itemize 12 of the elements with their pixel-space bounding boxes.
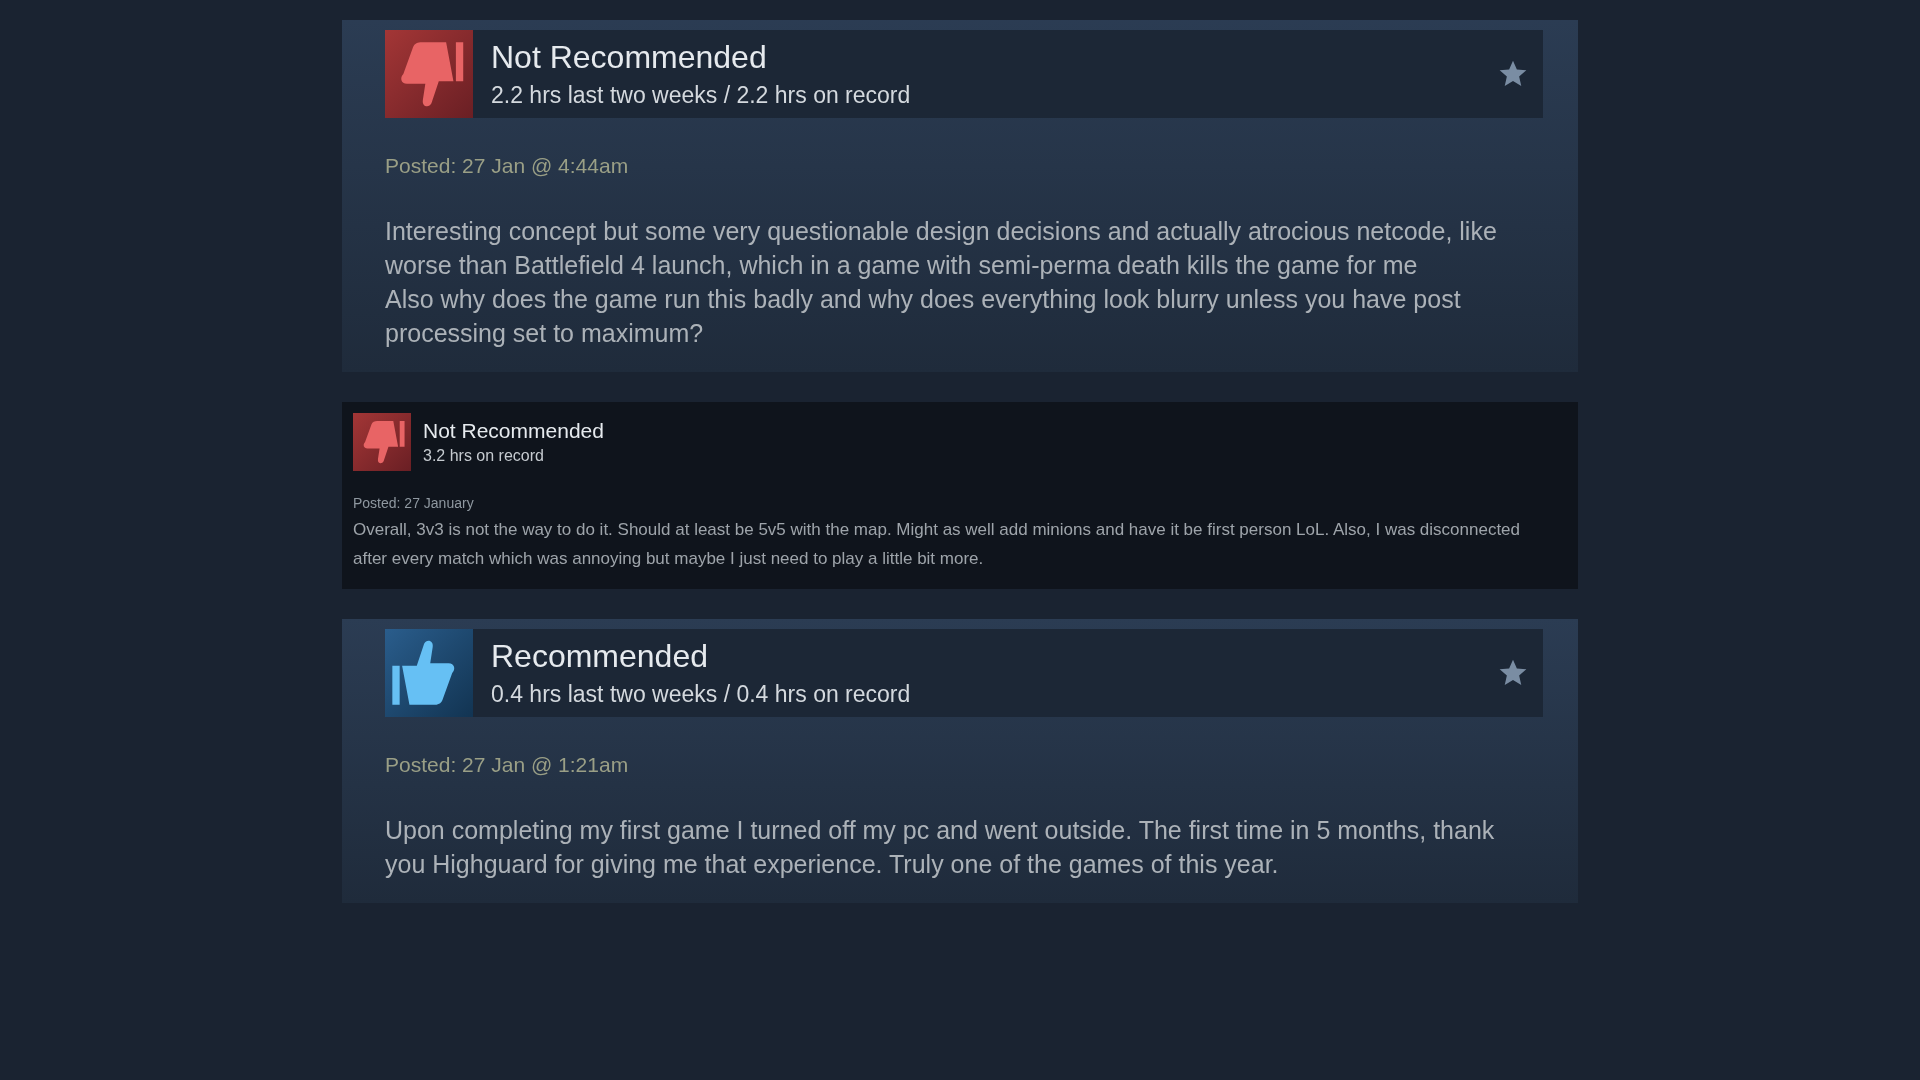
verdict-title: Not Recommended: [423, 419, 604, 443]
posted-date: Posted: 27 Jan @ 1:21am: [385, 753, 630, 777]
review-text: Interesting concept but some very questionable design decisions and actually atrocious netcode, like worse than Battlefield 4 launch, which in a game with semi-perma death kills the game for me Also why does the game run this badly and why does everything look blurry unless you have post processing set to maximum?: [385, 216, 1498, 349]
review-text: Upon completing my first game I turned off my pc and went outside. The first time in 5 months, thank you Highguard for giving me that experience. Truly one of the games of this year.: [385, 815, 1496, 880]
playtime-text: 3.2 hrs on record: [423, 447, 545, 465]
verdict-title: Recommended: [491, 638, 709, 675]
playtime-text: 0.4 hrs last two weeks / 0.4 hrs on record: [491, 681, 912, 708]
review-text: Overall, 3v3 is not the way to do it. Should at least be 5v5 with the map. Might as well add minions and have it be first person LoL. Also, I was disconnected after every match which was annoying but maybe I just need to play a little bit more.: [353, 519, 1522, 570]
posted-date: Posted: 27 January: [353, 495, 475, 511]
verdict-title: Not Recommended: [491, 39, 768, 76]
posted-date: Posted: 27 Jan @ 4:44am: [385, 154, 630, 178]
playtime-text: 2.2 hrs last two weeks / 2.2 hrs on record: [491, 82, 912, 109]
